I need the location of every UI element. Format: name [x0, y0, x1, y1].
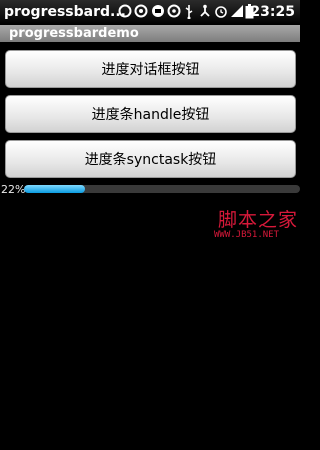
alarm-icon [215, 6, 227, 18]
progress-bar [24, 185, 300, 193]
watermark-logo: 脚本之家 [218, 209, 299, 231]
circle-icon [134, 4, 148, 18]
status-app-label: progressbard... [4, 4, 126, 20]
progress-handle-button[interactable]: 进度条handle按钮 [5, 95, 296, 133]
signal-icon [231, 5, 243, 17]
share-icon [200, 4, 210, 17]
usb-icon [185, 5, 193, 19]
status-time: 23:25 [250, 4, 295, 20]
progress-percent-label: 22% [1, 183, 26, 196]
app-title-bar: progressbardemo [0, 25, 300, 42]
status-bar: progressbard... 23:25 [0, 0, 300, 25]
message-icon [152, 5, 164, 17]
progress-bar-fill [24, 185, 85, 193]
app-title: progressbardemo [9, 26, 139, 41]
circle-icon [118, 4, 132, 18]
progress-synctask-button[interactable]: 进度条synctask按钮 [5, 140, 296, 178]
circle-icon [167, 4, 181, 18]
watermark-url: WWW.JB51.NET [214, 230, 280, 240]
progress-dialog-button[interactable]: 进度对话框按钮 [5, 50, 296, 88]
